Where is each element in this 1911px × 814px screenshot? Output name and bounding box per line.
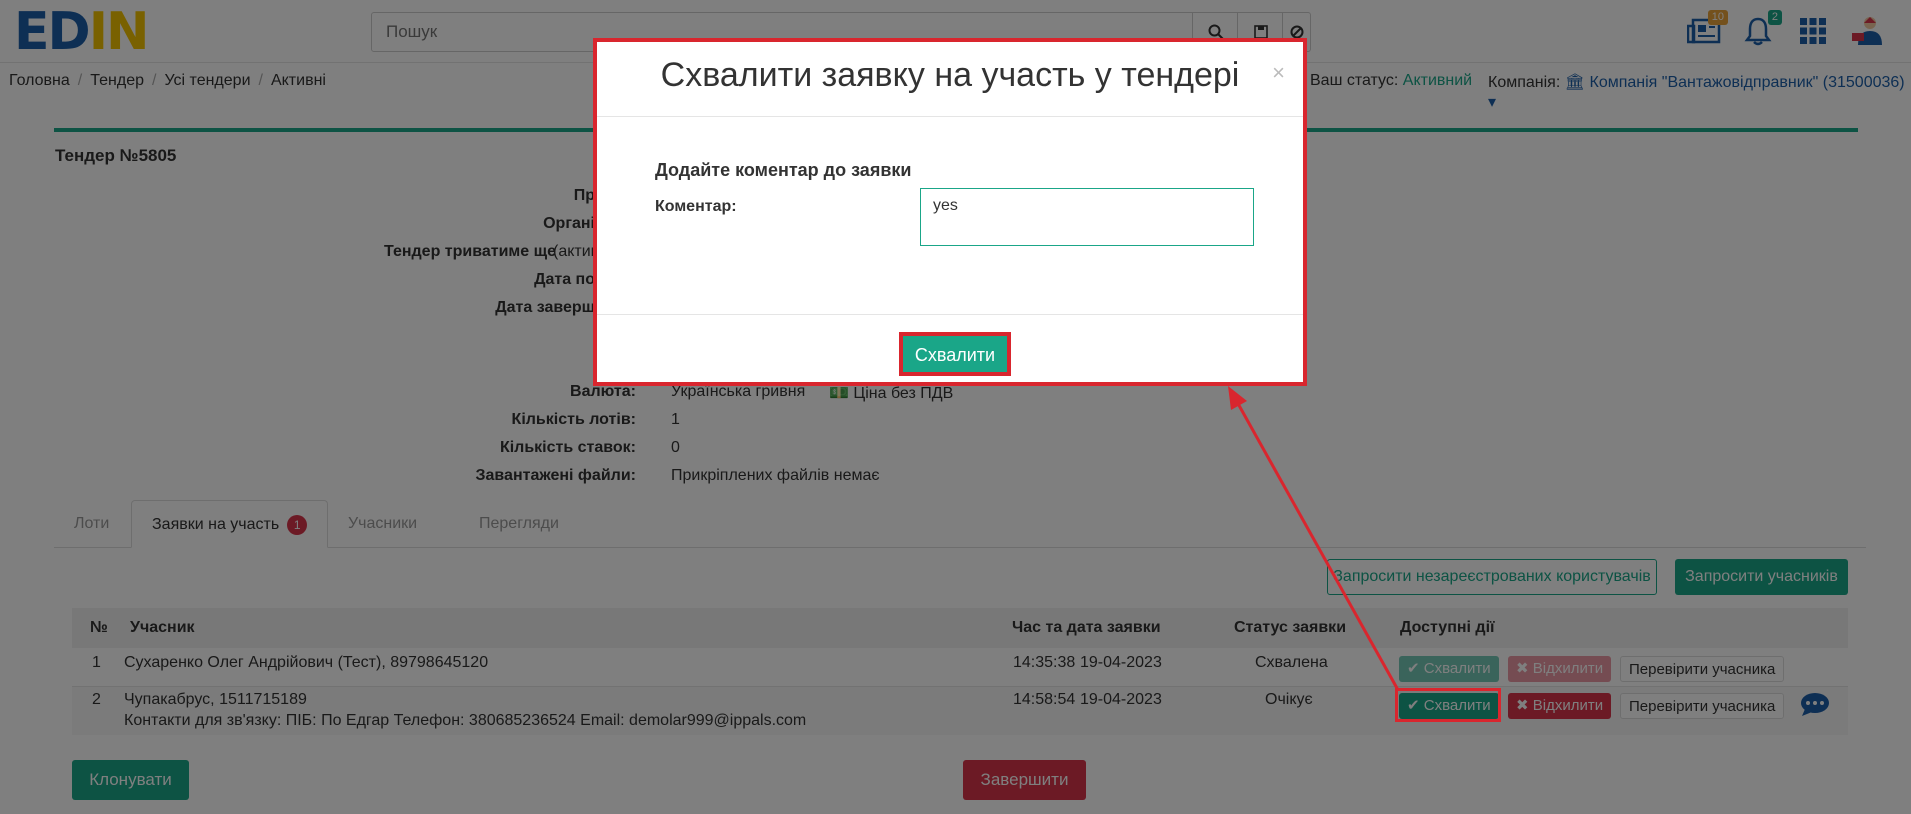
modal-subtitle: Додайте коментар до заявки: [655, 160, 912, 180]
modal-approve-button[interactable]: Схвалити: [899, 332, 1011, 376]
approve-application-modal: Схвалити заявку на участь у тендері × До…: [593, 38, 1307, 386]
modal-title: Схвалити заявку на участь у тендері: [660, 56, 1240, 94]
comment-label: Коментар:: [655, 198, 737, 215]
modal-footer-divider: [597, 314, 1303, 315]
modal-header-divider: [597, 116, 1303, 117]
close-icon[interactable]: ×: [1272, 60, 1285, 86]
comment-textarea[interactable]: yes: [920, 188, 1254, 246]
